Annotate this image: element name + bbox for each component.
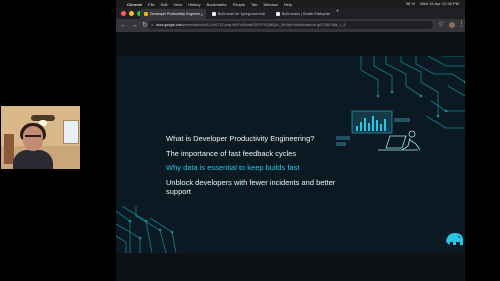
tab-label: Developer Productivity Engineer: [150, 12, 200, 16]
url-field[interactable]: ● docs.google.com/presentation/d/1LJsWT1…: [148, 21, 433, 29]
new-tab-icon[interactable]: +: [336, 9, 340, 15]
agenda-item: What is Developer Productivity Engineeri…: [166, 134, 315, 143]
url-path: /presentation/d/1LJsWT1Z-phsUuP6YhBomBJG…: [182, 23, 346, 27]
tab-label: Build scan for 'spring-boot-buil: [218, 12, 265, 16]
tab-gradle-enterprise[interactable]: Build scans | Gradle Enterprise: [272, 9, 334, 19]
bookmark-star-icon[interactable]: ☆: [438, 20, 444, 28]
laptop-person-icon: [378, 130, 421, 151]
battery-status[interactable]: 98 %: [406, 1, 415, 6]
agenda-item: The importance of fast feedback cycles: [166, 148, 297, 158]
reload-icon[interactable]: ↻: [142, 21, 148, 30]
agenda-item-highlighted: Why data is essential to keep builds fas…: [166, 163, 300, 172]
agenda-list: What is Developer Productivity Engineeri…: [166, 134, 346, 202]
clock[interactable]: Wed 15 Apr 12:48 PM: [420, 1, 459, 6]
menu-bookmarks[interactable]: Bookmarks: [207, 2, 227, 7]
webcam-video-tile: [1, 106, 80, 169]
tab-slides[interactable]: Developer Productivity Engineer ×: [140, 9, 206, 19]
menu-edit[interactable]: Edit: [161, 2, 168, 7]
mac-menu-bar: Chrome File Edit View History Bookmarks …: [116, 0, 465, 8]
menu-chrome[interactable]: Chrome: [127, 2, 142, 7]
menu-view[interactable]: View: [173, 2, 182, 7]
menu-people[interactable]: People: [233, 2, 245, 7]
close-tab-icon[interactable]: ×: [201, 12, 203, 17]
slides-favicon-icon: [144, 12, 148, 16]
forward-icon[interactable]: →: [131, 21, 138, 30]
url-host: docs.google.com: [156, 23, 183, 27]
gradle-favicon-icon: [276, 12, 280, 16]
back-icon[interactable]: ←: [120, 21, 127, 30]
menu-help[interactable]: Help: [284, 2, 292, 7]
close-window-icon[interactable]: [121, 11, 126, 16]
lock-icon: ●: [151, 23, 154, 27]
menu-file[interactable]: File: [148, 2, 154, 7]
menu-kebab-icon[interactable]: ⋮: [458, 20, 465, 28]
address-bar-row: ← → ↻ ● docs.google.com/presentation/d/1…: [116, 19, 465, 32]
menu-window[interactable]: Window: [263, 2, 277, 7]
minimize-window-icon[interactable]: [129, 11, 134, 16]
menu-history[interactable]: History: [188, 2, 200, 7]
menu-tab[interactable]: Tab: [251, 2, 257, 7]
window-controls: [121, 11, 142, 16]
browser-tab-bar: Developer Productivity Engineer × Build …: [116, 8, 465, 19]
window: [63, 120, 79, 144]
build-scan-favicon-icon: [212, 12, 216, 16]
tab-label: Build scans | Gradle Enterprise: [282, 12, 331, 16]
presentation-slide: What is Developer Productivity Engineeri…: [116, 56, 465, 253]
profile-avatar[interactable]: [449, 22, 455, 28]
bar-chart-icon: [336, 110, 410, 146]
agenda-item: Unblock developers with fewer incidents …: [166, 177, 336, 197]
screen-share: Chrome File Edit View History Bookmarks …: [116, 0, 465, 281]
elephant-logo-icon: [446, 233, 463, 245]
tab-build-scan[interactable]: Build scan for 'spring-boot-buil: [208, 9, 270, 19]
